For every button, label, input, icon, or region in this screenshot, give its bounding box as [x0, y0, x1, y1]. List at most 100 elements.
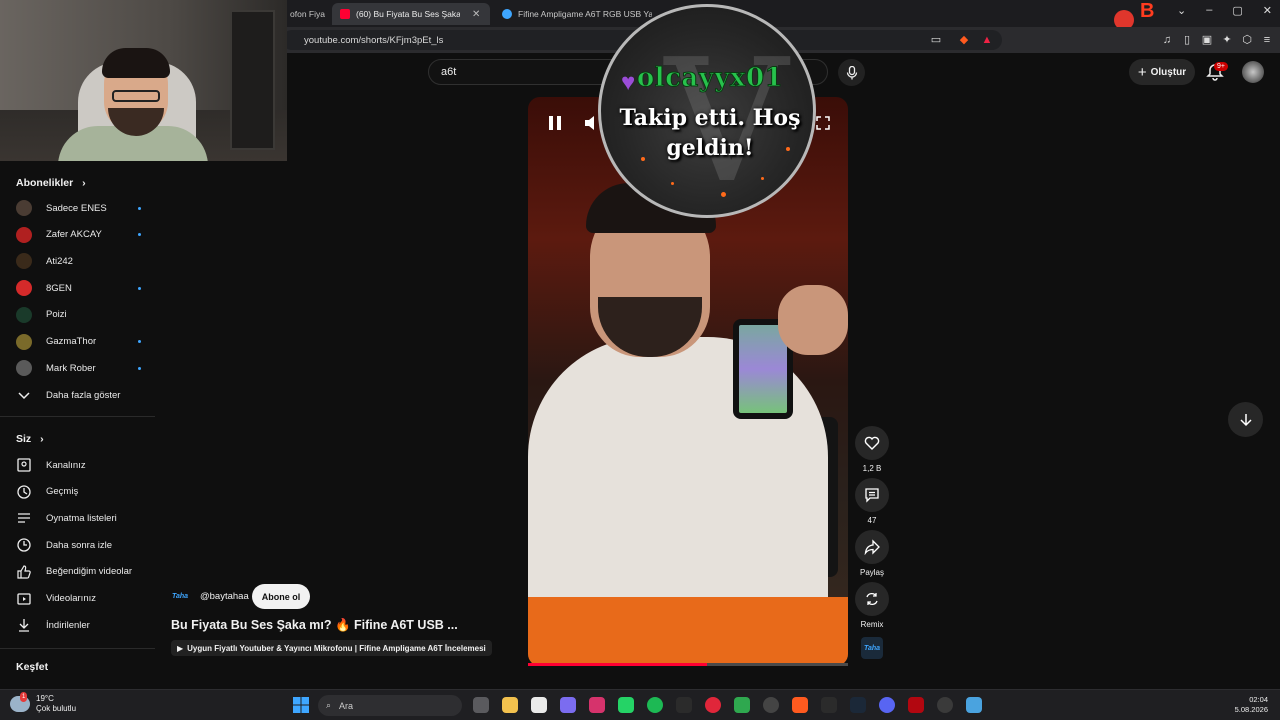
subscription-item[interactable]: 8GEN — [16, 278, 141, 298]
share-label: Paylaş — [859, 568, 884, 577]
instagram-icon[interactable] — [589, 697, 605, 713]
steelseries-icon[interactable] — [937, 697, 953, 713]
sidebar-item-label: Daha sonra izle — [46, 539, 113, 551]
channel-handle[interactable]: @baytahaa — [200, 591, 249, 602]
you-heading[interactable]: Siz › — [16, 433, 44, 445]
comment-action[interactable]: 47 — [855, 478, 889, 525]
file-explorer-icon[interactable] — [502, 697, 518, 713]
netflix-icon[interactable] — [908, 697, 924, 713]
like-count: 1,2 B — [862, 464, 882, 473]
like-action[interactable]: 1,2 B — [855, 426, 889, 473]
pause-icon[interactable] — [547, 114, 563, 132]
play-icon: ▶ — [177, 643, 184, 653]
show-more-label: Daha fazla göster — [46, 389, 121, 401]
brave-shields-icon[interactable]: ◆ — [957, 33, 971, 47]
share-button[interactable] — [855, 530, 889, 564]
discord-icon[interactable] — [879, 697, 895, 713]
system-clock[interactable]: 02:04 5.08.2026 — [1235, 695, 1268, 715]
notification-badge: 9+ — [1214, 62, 1228, 71]
comment-button[interactable] — [855, 478, 889, 512]
menu-icon[interactable]: ≡ — [1260, 33, 1274, 47]
minimize-icon[interactable]: – — [1206, 4, 1212, 17]
related-video-title: Uygun Fiyatlı Youtuber & Yayıncı Mikrofo… — [187, 643, 486, 653]
obs-icon[interactable] — [763, 697, 779, 713]
subscription-item[interactable]: Ati242 — [16, 251, 141, 271]
video-progress-fill — [528, 663, 708, 666]
like-button[interactable] — [855, 426, 889, 460]
create-button[interactable]: + Oluştur — [1129, 59, 1195, 85]
avatar[interactable] — [1242, 61, 1264, 83]
weather-widget[interactable]: 1 19°C Çok bulutlu — [10, 692, 76, 714]
whatsapp-icon[interactable] — [618, 697, 634, 713]
capcut-icon[interactable] — [676, 697, 692, 713]
sidebar-item-playlist[interactable]: Oynatma listeleri — [16, 508, 141, 528]
wallet-icon[interactable]: ▣ — [1200, 33, 1214, 47]
subscription-label: Poizi — [46, 309, 67, 321]
url-text: youtube.com/shorts/KFjm3pEt_ls — [304, 34, 444, 46]
remix-action[interactable]: Remix — [855, 582, 889, 629]
game-launcher-icon[interactable] — [734, 697, 750, 713]
epic-games-icon[interactable] — [821, 697, 837, 713]
channel-avatar-icon — [16, 226, 32, 243]
brave-rewards-icon[interactable]: ▲ — [980, 33, 994, 47]
comment-icon — [865, 488, 879, 503]
related-video-chip[interactable]: ▶ Uygun Fiyatlı Youtuber & Yayıncı Mikro… — [171, 640, 492, 656]
sidebar: Abonelikler › Sadece ENES Zafer AKCAY Ati2… — [0, 161, 155, 681]
window-controls: ⌄ – ▢ ✕ — [1177, 4, 1272, 17]
remix-button[interactable] — [855, 582, 889, 616]
close-tab-icon[interactable]: ✕ — [472, 9, 480, 20]
browser-tab[interactable]: Fifine Ampligame A6T RGB USB Yay — [494, 3, 652, 25]
subscription-label: Ati242 — [46, 255, 73, 267]
media-icon[interactable]: ♫ — [1160, 33, 1174, 47]
tab-title: ofon Fiya — [290, 9, 325, 19]
store-icon[interactable] — [531, 697, 547, 713]
sidebar-toggle-icon[interactable]: ▯ — [1180, 33, 1194, 47]
browser-tab[interactable]: ofon Fiya — [282, 3, 328, 25]
subscribe-button[interactable]: Abone ol — [252, 584, 310, 609]
video-title[interactable]: Bu Fiyata Bu Ses Şaka mı? 🔥 Fifine A6T U… — [171, 618, 471, 633]
copilot-icon[interactable] — [560, 697, 576, 713]
show-more-button[interactable]: Daha fazla göster — [16, 385, 141, 405]
browser-tab-active[interactable]: (60) Bu Fiyata Bu Ses Şaka mı ✕ — [332, 3, 490, 25]
sidebar-item-history[interactable]: Geçmiş — [16, 482, 141, 502]
tab-search-icon[interactable]: ⌄ — [1177, 4, 1186, 17]
subscription-item[interactable]: Mark Rober — [16, 358, 141, 378]
voice-search-button[interactable] — [838, 59, 865, 86]
alert-message: Takip etti. Hoş geldin! — [619, 105, 801, 161]
subscriptions-title: Abonelikler — [16, 177, 74, 189]
taskbar-search[interactable]: ⌕ Ara — [318, 695, 462, 716]
sidebar-item-label: İndirilenler — [46, 619, 90, 631]
sidebar-item-channel[interactable]: Kanalınız — [16, 455, 141, 475]
maximize-icon[interactable]: ▢ — [1232, 4, 1242, 17]
opera-icon[interactable] — [705, 697, 721, 713]
next-short-button[interactable] — [1228, 402, 1263, 437]
brave-icon[interactable] — [792, 697, 808, 713]
sidebar-item-watch-later[interactable]: Daha sonra izle — [16, 535, 141, 555]
subscription-item[interactable]: Poizi — [16, 305, 141, 325]
sidebar-item-download[interactable]: İndirilenler — [16, 615, 141, 635]
sidebar-item-your-videos[interactable]: Videolarınız — [16, 589, 141, 609]
clock-date: 5.08.2026 — [1234, 705, 1268, 714]
task-view-icon[interactable] — [473, 697, 489, 713]
steam-icon[interactable] — [850, 697, 866, 713]
channel-logo[interactable]: Taha — [172, 588, 194, 604]
subscription-item[interactable]: Zafer AKCAY — [16, 225, 141, 245]
taskbar-search-placeholder: Ara — [339, 700, 354, 711]
close-window-icon[interactable]: ✕ — [1263, 4, 1272, 17]
channel-thumbnail[interactable]: Taha — [861, 637, 883, 659]
subscriptions-heading[interactable]: Abonelikler › — [16, 177, 86, 189]
leo-ai-icon[interactable]: ✦ — [1220, 33, 1234, 47]
you-title: Siz — [16, 433, 32, 445]
fullscreen-icon[interactable] — [816, 116, 830, 130]
sidebar-item-like[interactable]: Beğendiğim videolar — [16, 562, 141, 582]
app-icon[interactable] — [966, 697, 982, 713]
subscription-item[interactable]: Sadece ENES — [16, 198, 141, 218]
subscription-item[interactable]: GazmaThor — [16, 332, 141, 352]
vpn-icon[interactable]: ⬡ — [1240, 33, 1254, 47]
share-action[interactable]: Paylaş — [855, 530, 889, 577]
windows-start-icon[interactable] — [293, 697, 309, 713]
channel-logo-label: Taha — [172, 592, 189, 600]
cast-icon[interactable]: ▭ — [929, 33, 943, 47]
spotify-icon[interactable] — [647, 697, 663, 713]
new-content-dot — [138, 233, 141, 237]
